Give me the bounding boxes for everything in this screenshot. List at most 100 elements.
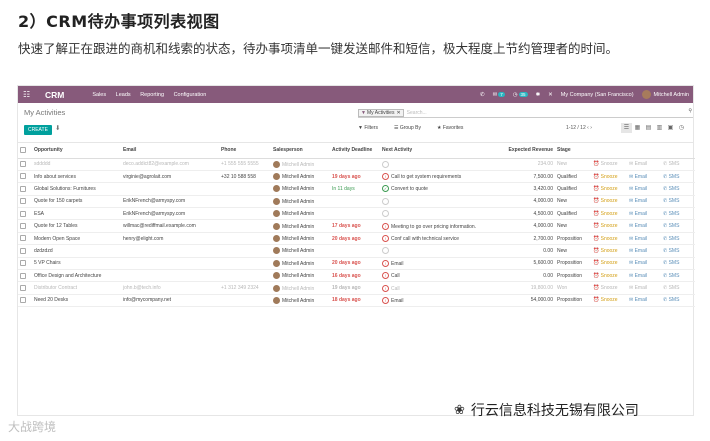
- company-switcher[interactable]: My Company (San Francisco): [561, 92, 634, 98]
- menu-configuration[interactable]: Configuration: [174, 92, 207, 98]
- row-checkbox[interactable]: [20, 173, 26, 180]
- sms-button[interactable]: ✆ SMS: [661, 294, 695, 308]
- row-checkbox[interactable]: [20, 161, 26, 168]
- cell-next-activity[interactable]: ! Call: [380, 281, 488, 295]
- cell-next-activity[interactable]: ! Email: [380, 294, 488, 308]
- pager-value[interactable]: 1-12 / 12: [566, 125, 586, 131]
- activity-status-icon[interactable]: !: [382, 173, 389, 181]
- table-row[interactable]: Office Design and Architecture Mitchell A…: [18, 269, 695, 283]
- snooze-button[interactable]: ⏰ Snooze: [591, 294, 627, 308]
- sms-button[interactable]: ✆ SMS: [661, 219, 695, 233]
- table-row[interactable]: ESA ErikNFrench@armyspy.com Mitchell Admin…: [18, 207, 695, 221]
- col-email[interactable]: Email: [121, 143, 219, 159]
- sms-button[interactable]: ✆ SMS: [661, 269, 695, 283]
- cell-opportunity[interactable]: sddddd: [32, 158, 121, 171]
- row-checkbox[interactable]: [20, 284, 26, 291]
- email-button[interactable]: ✉ Email: [627, 257, 661, 271]
- col-salesperson[interactable]: Salesperson: [271, 143, 330, 159]
- sms-button[interactable]: ✆ SMS: [661, 170, 695, 184]
- sms-button[interactable]: ✆ SMS: [661, 195, 695, 209]
- activity-status-icon[interactable]: [382, 160, 389, 168]
- table-row[interactable]: Quote for 12 Tables willmac@rediffmail.ex…: [18, 219, 695, 233]
- menu-reporting[interactable]: Reporting: [140, 92, 164, 98]
- activity-icon[interactable]: ◷: [513, 92, 518, 98]
- email-button[interactable]: ✉ Email: [627, 232, 661, 246]
- activity-status-icon[interactable]: !: [382, 235, 389, 243]
- col-stage[interactable]: Stage: [555, 143, 591, 159]
- sms-button[interactable]: ✆ SMS: [661, 182, 695, 196]
- chat-icon[interactable]: ✉: [493, 92, 498, 98]
- avatar[interactable]: [641, 90, 651, 99]
- email-button[interactable]: ✉ Email: [627, 182, 661, 196]
- cell-opportunity[interactable]: Modern Open Space: [32, 232, 121, 246]
- cell-opportunity[interactable]: Quote for 12 Tables: [32, 219, 121, 233]
- cell-next-activity[interactable]: ✓ Convert to quote: [380, 182, 488, 196]
- cell-next-activity[interactable]: ! Meeting to go over pricing information.: [380, 219, 488, 233]
- email-button[interactable]: ✉ Email: [627, 219, 661, 233]
- email-button[interactable]: ✉ Email: [627, 158, 661, 171]
- activity-view-icon[interactable]: ◷: [676, 123, 687, 133]
- cell-opportunity[interactable]: 5 VP Chairs: [32, 257, 121, 271]
- activity-status-icon[interactable]: !: [382, 296, 389, 304]
- cell-next-activity[interactable]: ! Call: [380, 269, 488, 283]
- snooze-button[interactable]: ⏰ Snooze: [591, 207, 627, 221]
- kanban-view-icon[interactable]: ▦: [632, 123, 643, 133]
- cell-opportunity[interactable]: Global Solutions: Furnitures: [32, 182, 121, 196]
- sms-button[interactable]: ✆ SMS: [661, 158, 695, 171]
- col-activity-deadline[interactable]: Activity Deadline: [330, 143, 380, 159]
- create-button[interactable]: CREATE: [24, 125, 52, 135]
- apps-menu-icon[interactable]: ☷: [23, 90, 35, 99]
- search-icon[interactable]: ⚲: [688, 108, 692, 114]
- row-checkbox[interactable]: [20, 260, 26, 267]
- cell-opportunity[interactable]: Distributor Contract: [32, 281, 121, 295]
- table-row[interactable]: dzdzdzd Mitchell Admin 0.00 New ⏰ Snooze ✉ Em…: [18, 244, 695, 258]
- activity-status-icon[interactable]: !: [382, 272, 389, 280]
- sms-button[interactable]: ✆ SMS: [661, 207, 695, 221]
- cell-opportunity[interactable]: Office Design and Architecture: [32, 269, 121, 283]
- activity-status-icon[interactable]: ✓: [382, 185, 389, 193]
- cell-opportunity[interactable]: Quote for 150 carpets: [32, 195, 121, 209]
- cell-next-activity[interactable]: [380, 158, 488, 171]
- snooze-button[interactable]: ⏰ Snooze: [591, 244, 627, 258]
- activity-status-icon[interactable]: !: [382, 222, 389, 230]
- sms-button[interactable]: ✆ SMS: [661, 257, 695, 271]
- pivot-view-icon[interactable]: ▥: [654, 123, 665, 133]
- snooze-button[interactable]: ⏰ Snooze: [591, 170, 627, 184]
- app-name[interactable]: CRM: [45, 90, 64, 100]
- list-view-icon[interactable]: ☰: [621, 123, 632, 133]
- cell-opportunity[interactable]: ESA: [32, 207, 121, 221]
- cell-opportunity[interactable]: dzdzdzd: [32, 244, 121, 258]
- select-all-checkbox[interactable]: [20, 147, 26, 154]
- table-row[interactable]: 5 VP Chairs Mitchell Admin 20 days ago! Ema…: [18, 257, 695, 271]
- email-button[interactable]: ✉ Email: [627, 281, 661, 295]
- row-checkbox[interactable]: [20, 198, 26, 205]
- snooze-button[interactable]: ⏰ Snooze: [591, 182, 627, 196]
- table-row[interactable]: sddddd deco.addict82@example.com +1 555 55…: [18, 158, 695, 171]
- activity-status-icon[interactable]: !: [382, 284, 389, 292]
- activity-status-icon[interactable]: !: [382, 259, 389, 267]
- breadcrumb[interactable]: My Activities: [24, 108, 65, 117]
- snooze-button[interactable]: ⏰ Snooze: [591, 158, 627, 171]
- sms-button[interactable]: ✆ SMS: [661, 281, 695, 295]
- menu-sales[interactable]: Sales: [92, 92, 106, 98]
- table-row[interactable]: Need 20 Desks info@mycompany.net Mitchell …: [18, 294, 695, 308]
- email-button[interactable]: ✉ Email: [627, 170, 661, 184]
- sms-button[interactable]: ✆ SMS: [661, 244, 695, 258]
- email-button[interactable]: ✉ Email: [627, 294, 661, 308]
- col-next-activity[interactable]: Next Activity: [380, 143, 488, 159]
- col-expected-revenue[interactable]: Expected Revenue: [488, 143, 555, 159]
- user-menu[interactable]: Mitchell Admin: [654, 92, 689, 98]
- cell-opportunity[interactable]: Info about services: [32, 170, 121, 184]
- activity-status-icon[interactable]: [382, 210, 389, 218]
- table-row[interactable]: Info about services virginie@agrolait.com…: [18, 170, 695, 184]
- debug-icon[interactable]: ✱: [536, 92, 541, 98]
- row-checkbox[interactable]: [20, 235, 26, 242]
- calendar-view-icon[interactable]: ▣: [665, 123, 676, 133]
- col-opportunity[interactable]: Opportunity: [32, 143, 121, 159]
- email-button[interactable]: ✉ Email: [627, 195, 661, 209]
- search-facet[interactable]: ▼ My Activities ✕: [358, 108, 404, 117]
- group-by-button[interactable]: ☰ Group By: [394, 125, 429, 131]
- email-button[interactable]: ✉ Email: [627, 207, 661, 221]
- filters-button[interactable]: ▼ Filters: [358, 125, 386, 131]
- email-button[interactable]: ✉ Email: [627, 269, 661, 283]
